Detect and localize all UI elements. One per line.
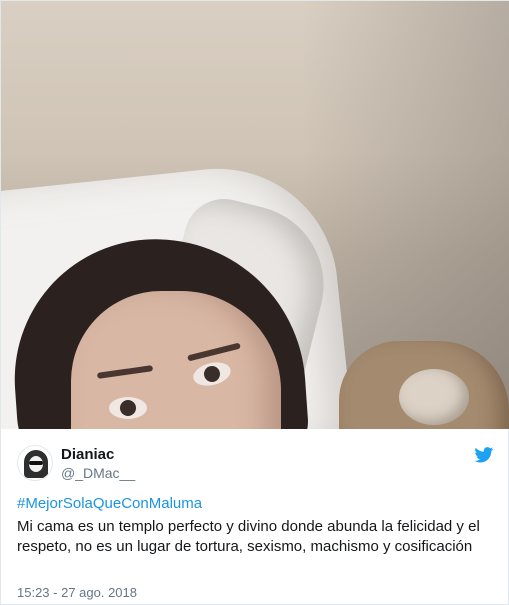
embedded-tweet-card: Dianiac @_DMac__ #MejorSolaQueConMaluma … <box>0 0 509 605</box>
photo-left-iris <box>120 400 136 416</box>
photo-teddy-bear-head <box>399 369 469 425</box>
photo-left-eye <box>109 397 147 419</box>
twitter-bird-icon[interactable] <box>474 447 494 463</box>
tweet-timestamp[interactable]: 15:23 - 27 ago. 2018 <box>17 585 137 600</box>
tweet-text: Mi cama es un templo perfecto y divino d… <box>17 518 480 555</box>
hashtag-link[interactable]: #MejorSolaQueConMaluma <box>17 495 202 512</box>
photo-right-iris <box>202 364 222 384</box>
user-handle[interactable]: @_DMac__ <box>61 465 135 481</box>
tweet-photo[interactable] <box>1 1 509 429</box>
avatar-glasses <box>29 461 43 465</box>
display-name[interactable]: Dianiac <box>61 446 114 463</box>
avatar[interactable] <box>17 445 53 481</box>
